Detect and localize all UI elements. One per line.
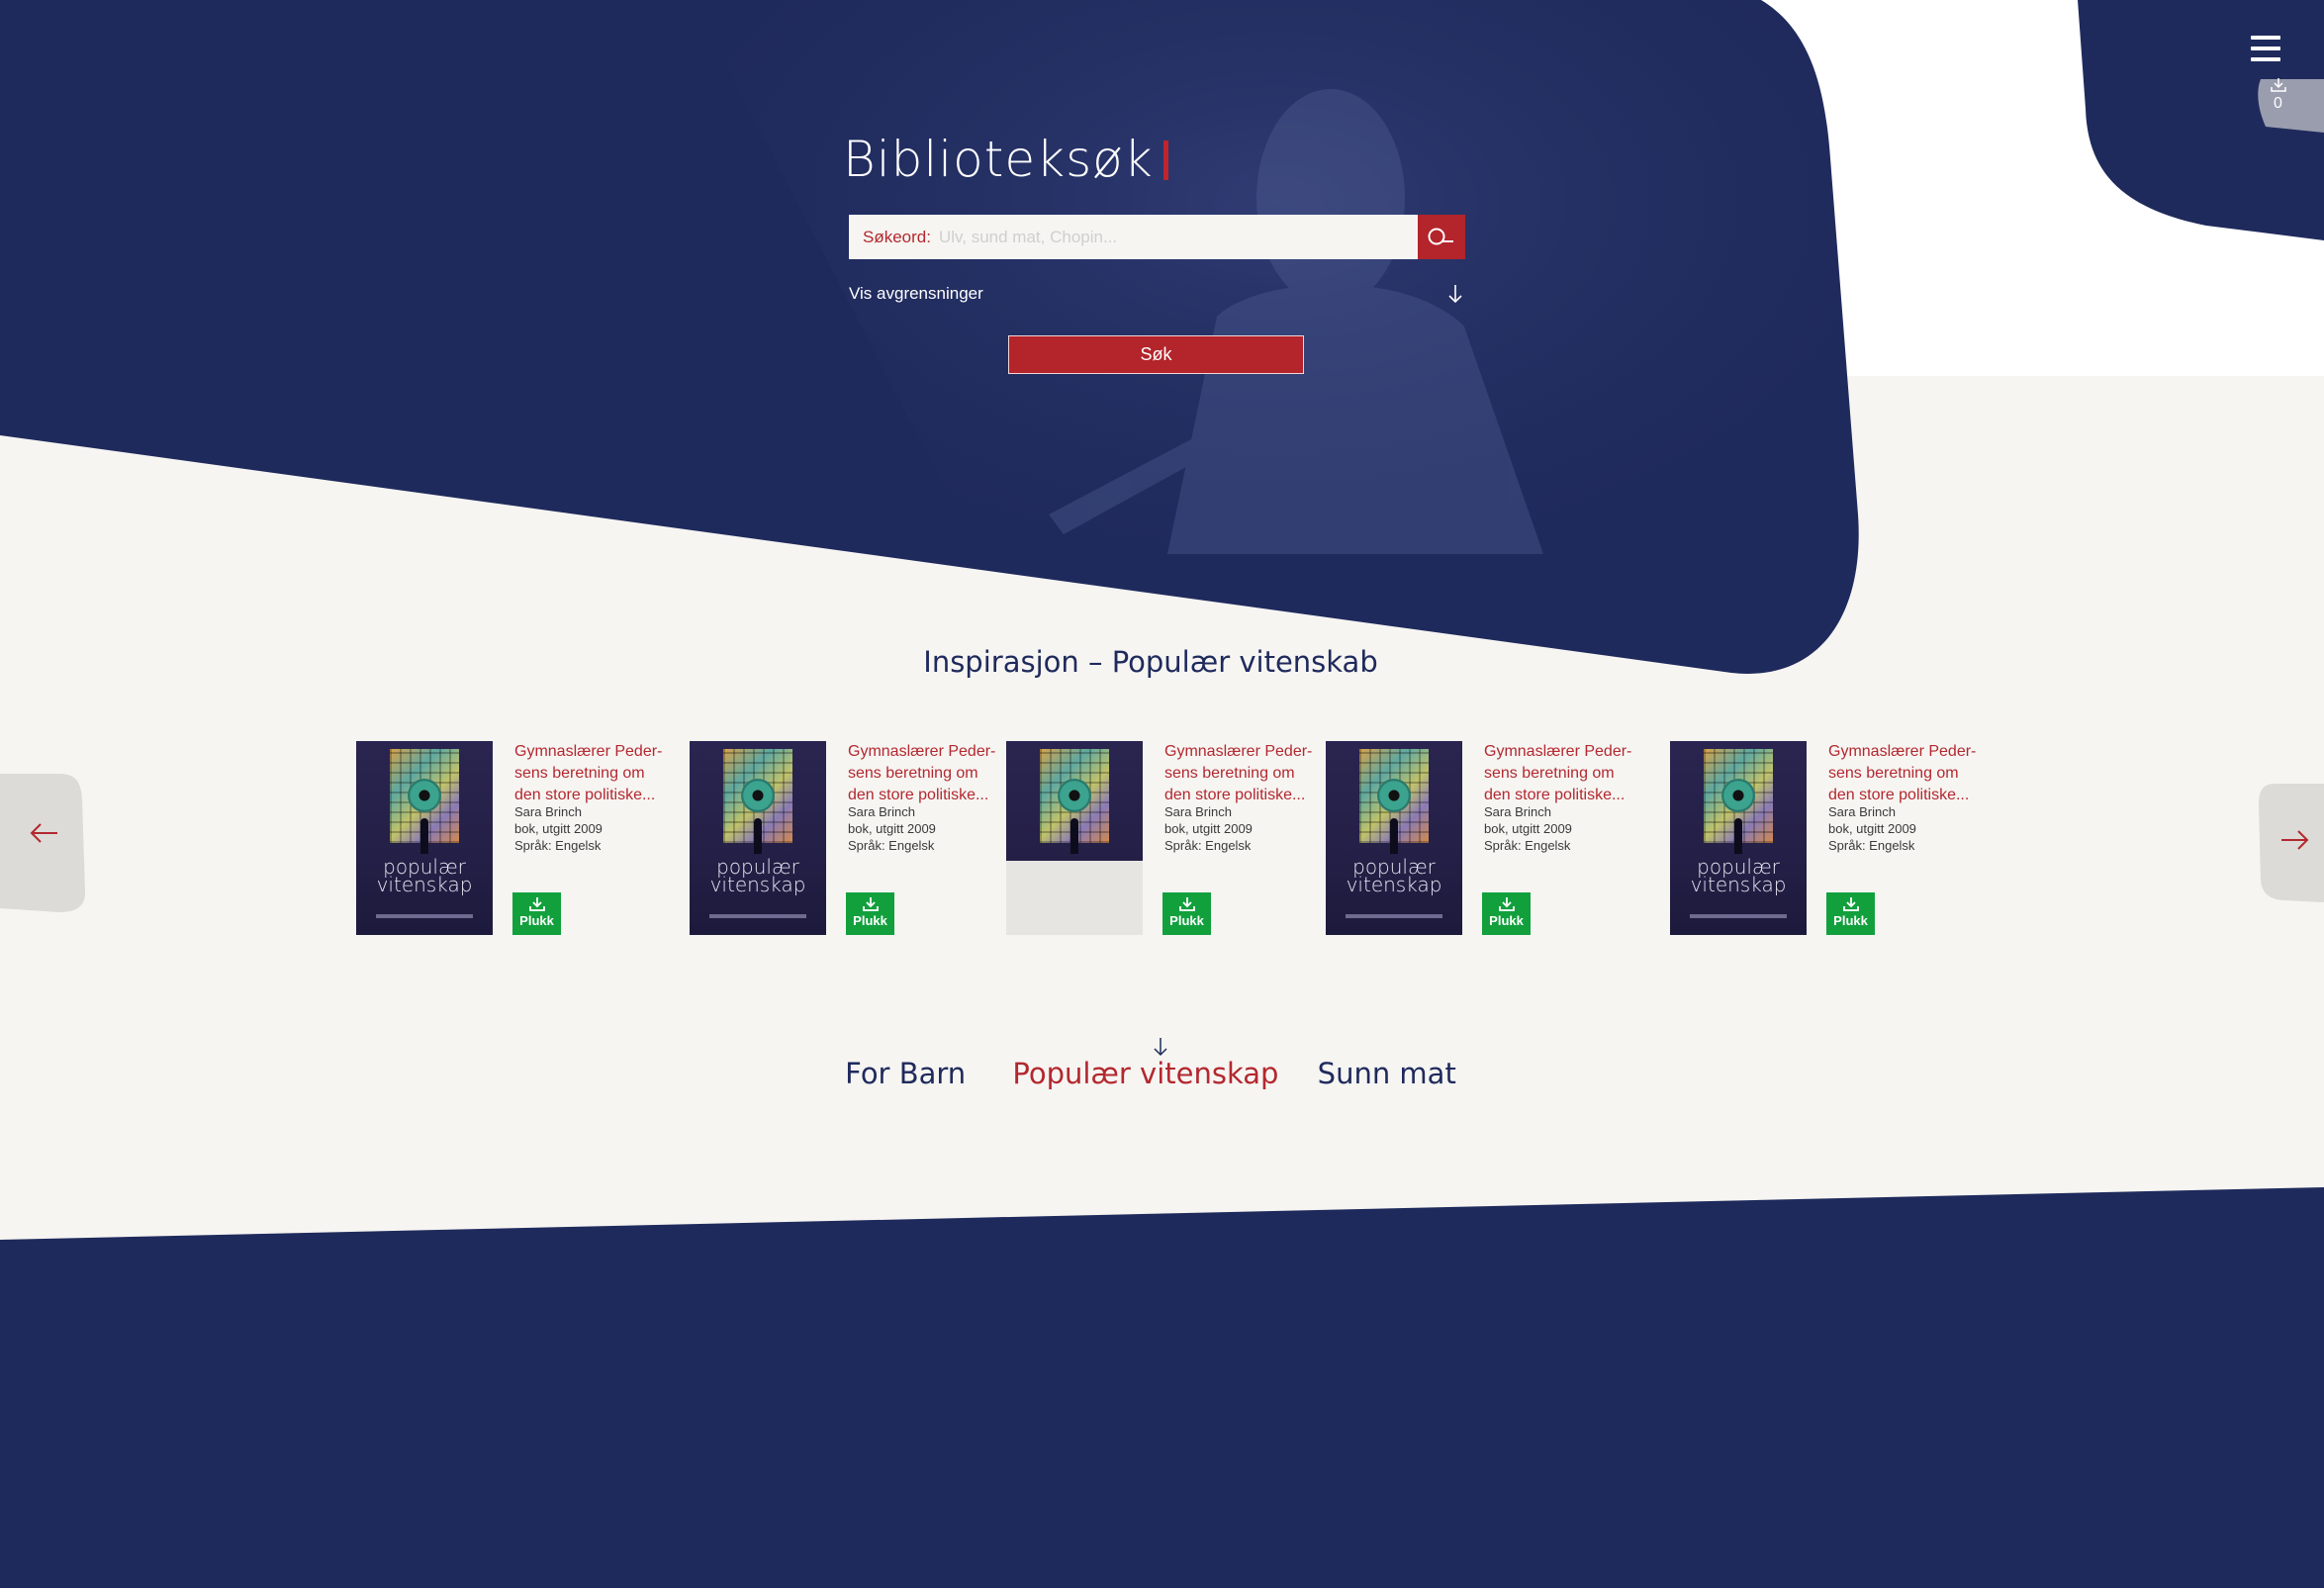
cover-eye-art: [408, 779, 441, 812]
book-language: Språk: Engelsk: [1164, 838, 1252, 853]
book-cover[interactable]: populær vitenskap: [356, 741, 493, 935]
cover-strip: [376, 914, 473, 918]
book-author: Sara Brinch: [1828, 804, 1896, 819]
plukk-button[interactable]: Plukk: [1482, 892, 1531, 935]
book-card: Gymnaslærer Peder-sens beretning om den …: [1006, 741, 1313, 939]
tab-populaer-vitenskap[interactable]: Populær vitenskap: [1012, 1057, 1278, 1090]
search-button[interactable]: [1418, 215, 1465, 259]
book-title-link[interactable]: Gymnaslærer Peder-sens beretning om den …: [1828, 741, 1977, 806]
cover-figure-art: [754, 818, 762, 854]
cover-eye-art: [741, 779, 775, 812]
book-card: populær vitenskap Gymnaslærer Peder-sens…: [1670, 741, 1977, 939]
book-type: bok, utgitt 2009: [1484, 821, 1572, 836]
cover-loading-area: [1006, 861, 1143, 935]
plukk-label: Plukk: [519, 913, 554, 928]
cover-figure-art: [1070, 818, 1078, 854]
tab-for-barn[interactable]: For Barn: [845, 1057, 966, 1090]
book-author: Sara Brinch: [1164, 804, 1232, 819]
plukk-label: Plukk: [1169, 913, 1204, 928]
cover-title: populær vitenskap: [376, 855, 473, 896]
download-count: 0: [2274, 95, 2282, 112]
download-icon: [1842, 897, 1859, 911]
download-icon: [528, 897, 545, 911]
plukk-label: Plukk: [1489, 913, 1524, 928]
search-input[interactable]: [938, 227, 1418, 247]
menu-button[interactable]: [2251, 36, 2280, 61]
search-label: Søkeord:: [863, 227, 931, 246]
download-icon: [2270, 78, 2286, 92]
hamburger-icon-bar: [2251, 36, 2280, 40]
inspiration-heading: Inspirasjon – Populær vitenskab: [923, 645, 1378, 679]
cover-figure-art: [1734, 818, 1742, 854]
carousel-prev-button[interactable]: [30, 821, 59, 850]
plukk-label: Plukk: [1833, 913, 1868, 928]
book-cover[interactable]: populær vitenskap: [1670, 741, 1807, 935]
app-title-text: Biblioteksøk: [843, 131, 1154, 188]
book-card: populær vitenskap Gymnaslærer Peder-sens…: [1326, 741, 1632, 939]
hamburger-icon-bar: [2251, 57, 2280, 61]
carousel-next-button[interactable]: [2279, 828, 2309, 857]
book-title-link[interactable]: Gymnaslærer Peder-sens beretning om den …: [514, 741, 663, 806]
book-cover[interactable]: [1006, 741, 1143, 935]
plukk-label: Plukk: [853, 913, 887, 928]
book-cover[interactable]: populær vitenskap: [1326, 741, 1462, 935]
book-author: Sara Brinch: [1484, 804, 1551, 819]
cover-eye-art: [1058, 779, 1091, 812]
app-title: Biblioteksøk: [843, 131, 1168, 188]
book-type: bok, utgitt 2009: [848, 821, 936, 836]
filters-toggle[interactable]: Vis avgrensninger: [849, 279, 1467, 309]
magnifier-icon: [1428, 228, 1453, 244]
arrow-left-icon: [30, 823, 57, 843]
cover-title: populær vitenskap: [1346, 855, 1442, 896]
book-type: bok, utgitt 2009: [1164, 821, 1253, 836]
plukk-button[interactable]: Plukk: [846, 892, 894, 935]
plukk-button[interactable]: Plukk: [512, 892, 561, 935]
book-author: Sara Brinch: [514, 804, 582, 819]
arrow-down-icon: [1448, 285, 1462, 304]
book-title-link[interactable]: Gymnaslærer Peder-sens beretning om den …: [848, 741, 996, 806]
book-language: Språk: Engelsk: [848, 838, 935, 853]
book-card: populær vitenskap Gymnaslærer Peder-sens…: [690, 741, 996, 939]
book-card: populær vitenskap Gymnaslærer Peder-sens…: [356, 741, 663, 939]
book-language: Språk: Engelsk: [514, 838, 602, 853]
book-language: Språk: Engelsk: [1828, 838, 1915, 853]
cover-title: populær vitenskap: [1690, 855, 1787, 896]
book-author: Sara Brinch: [848, 804, 915, 819]
submit-search-button[interactable]: Søk: [1008, 335, 1304, 374]
download-list-button[interactable]: 0: [2256, 77, 2300, 125]
title-cursor: [1162, 140, 1168, 180]
cover-figure-art: [1390, 818, 1398, 854]
cover-strip: [1690, 914, 1787, 918]
book-cover[interactable]: populær vitenskap: [690, 741, 826, 935]
arrow-right-icon: [2281, 830, 2309, 850]
download-icon: [862, 897, 879, 911]
hamburger-icon-bar: [2251, 47, 2280, 50]
cover-strip: [1346, 914, 1442, 918]
arrow-down-icon: [1154, 1038, 1167, 1057]
plukk-button[interactable]: Plukk: [1162, 892, 1211, 935]
cover-eye-art: [1377, 779, 1411, 812]
cover-eye-art: [1721, 779, 1755, 812]
book-language: Språk: Engelsk: [1484, 838, 1571, 853]
filters-label: Vis avgrensninger: [849, 284, 983, 303]
category-tabs: For Barn Populær vitenskap Sunn mat: [0, 1057, 2301, 1090]
book-type: bok, utgitt 2009: [514, 821, 603, 836]
cover-figure-art: [420, 818, 428, 854]
book-title-link[interactable]: Gymnaslærer Peder-sens beretning om den …: [1164, 741, 1313, 806]
cover-title: populær vitenskap: [709, 855, 806, 896]
download-icon: [1178, 897, 1195, 911]
download-icon: [1498, 897, 1515, 911]
tab-sunn-mat[interactable]: Sunn mat: [1318, 1057, 1456, 1090]
book-title-link[interactable]: Gymnaslærer Peder-sens beretning om den …: [1484, 741, 1632, 806]
book-type: bok, utgitt 2009: [1828, 821, 1916, 836]
cover-strip: [709, 914, 806, 918]
search-box: Søkeord:: [849, 215, 1418, 259]
plukk-button[interactable]: Plukk: [1826, 892, 1875, 935]
